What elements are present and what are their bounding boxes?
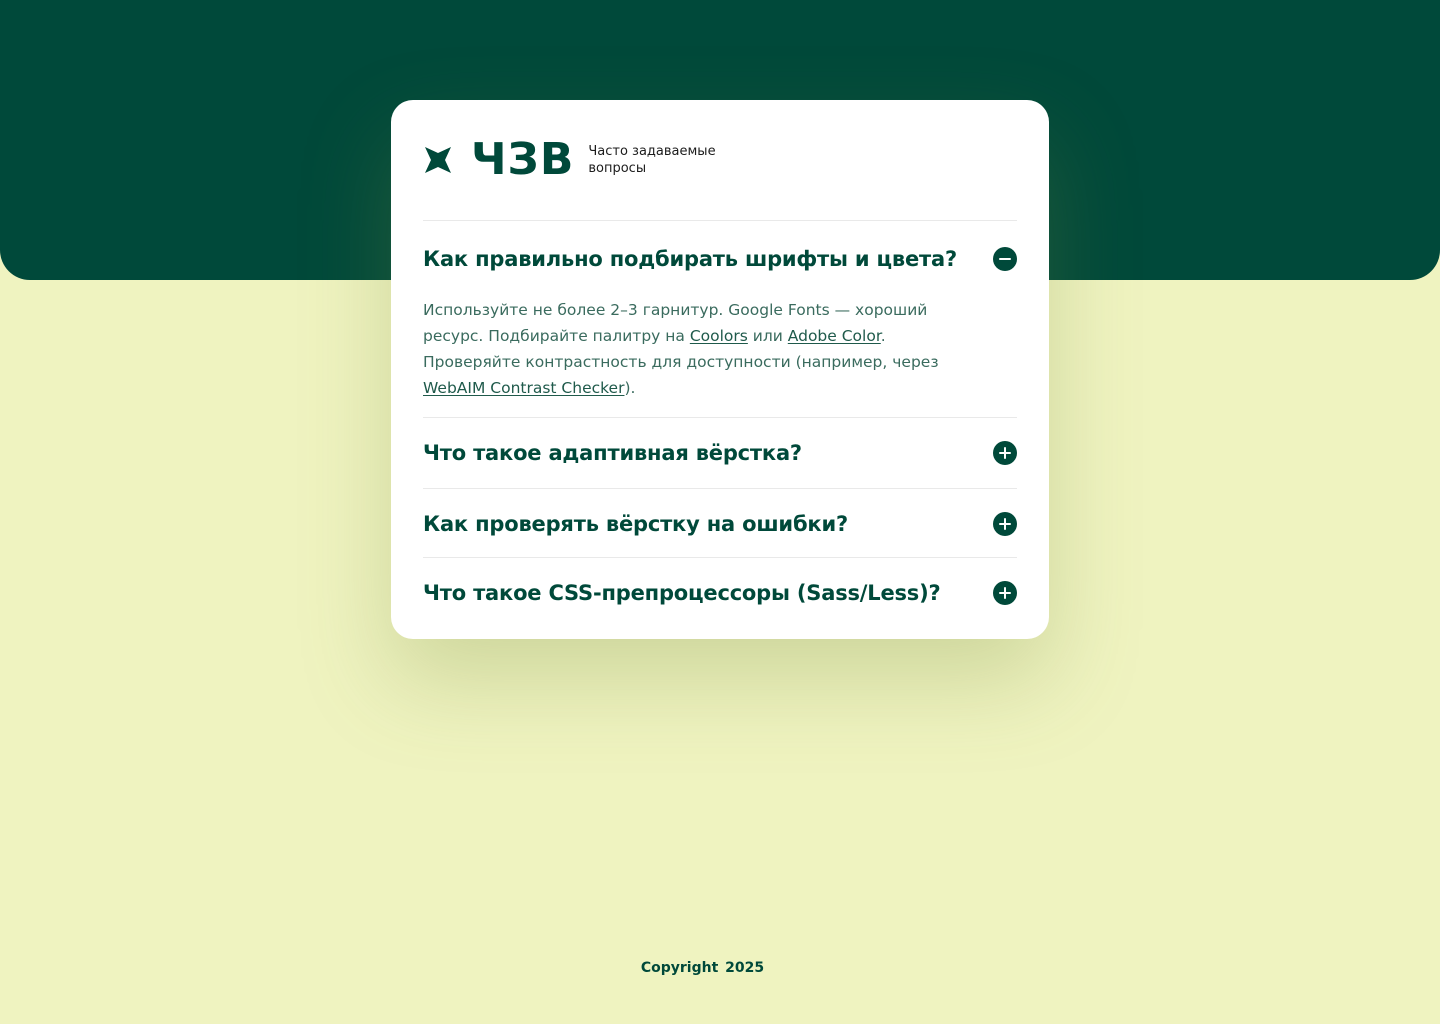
webaim-link[interactable]: WebAIM Contrast Checker xyxy=(423,379,624,397)
answer-text: ). xyxy=(624,379,636,397)
brand-subtitle-line: Часто задаваемые xyxy=(588,144,716,159)
brand-header: ЧЗВ Часто задаваемые вопросы xyxy=(423,136,716,184)
copyright-year: 2025 xyxy=(725,960,765,976)
plus-circle-icon[interactable] xyxy=(993,441,1017,465)
faq-question-row[interactable]: Как проверять вёрстку на ошибки? xyxy=(423,489,1017,559)
plus-circle-icon[interactable] xyxy=(993,512,1017,536)
brand-subtitle: Часто задаваемые вопросы xyxy=(588,143,715,177)
faq-question-row[interactable]: Что такое CSS-препроцессоры (Sass/Less)? xyxy=(423,558,1017,628)
faq-item: Что такое адаптивная вёрстка? xyxy=(423,417,1017,488)
faq-item: Как правильно подбирать шрифты и цвета? … xyxy=(423,220,1017,417)
adobe-color-link[interactable]: Adobe Color xyxy=(788,327,881,345)
faq-question: Как правильно подбирать шрифты и цвета? xyxy=(423,247,957,271)
footer: Copyright 2025 xyxy=(0,960,1405,976)
faq-question: Что такое адаптивная вёрстка? xyxy=(423,441,802,465)
four-point-star-icon xyxy=(425,147,451,173)
plus-circle-icon[interactable] xyxy=(993,581,1017,605)
answer-text: или xyxy=(747,327,788,345)
brand-logo-text: ЧЗВ xyxy=(471,134,575,185)
faq-card: ЧЗВ Часто задаваемые вопросы Как правиль… xyxy=(391,100,1049,639)
faq-answer: Используйте не более 2–3 гарнитур. Googl… xyxy=(423,297,1017,401)
faq-question-row[interactable]: Как правильно подбирать шрифты и цвета? xyxy=(423,221,1017,297)
faq-question: Что такое CSS-препроцессоры (Sass/Less)? xyxy=(423,581,941,605)
faq-item: Как проверять вёрстку на ошибки? xyxy=(423,488,1017,557)
faq-list: Как правильно подбирать шрифты и цвета? … xyxy=(423,220,1017,627)
brand-subtitle-line: вопросы xyxy=(588,161,647,176)
faq-question: Как проверять вёрстку на ошибки? xyxy=(423,512,848,536)
minus-circle-icon[interactable] xyxy=(993,247,1017,271)
copyright-label: Copyright xyxy=(640,960,719,976)
coolors-link[interactable]: Coolors xyxy=(690,327,748,345)
faq-question-row[interactable]: Что такое адаптивная вёрстка? xyxy=(423,418,1017,488)
faq-item: Что такое CSS-препроцессоры (Sass/Less)? xyxy=(423,557,1017,627)
